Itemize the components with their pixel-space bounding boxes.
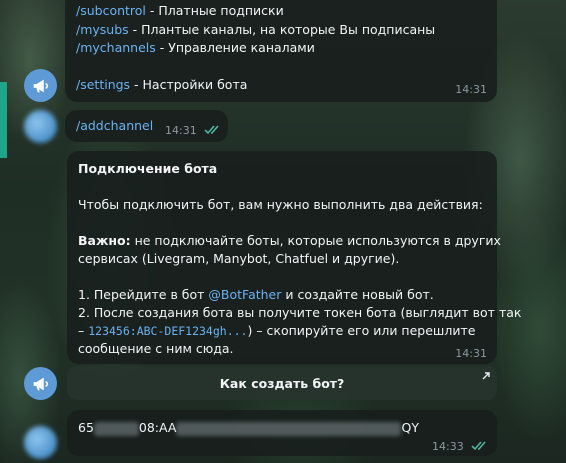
command-line-settings: /settings - Настройки бота — [76, 76, 247, 94]
important-line: Важно: не подключайте боты, которые испо… — [78, 232, 501, 250]
command-desc: - Платные подписки — [145, 3, 284, 18]
megaphone-icon — [33, 79, 48, 92]
megaphone-icon — [33, 377, 48, 390]
command-line-mychannels: /mychannels - Управление каналами — [76, 39, 315, 57]
dash: – — [78, 323, 89, 338]
redacted-segment — [176, 421, 402, 436]
double-check-icon — [204, 125, 219, 135]
step-1-text: 1. Перейдите в бот — [78, 287, 209, 302]
redacted-segment — [93, 421, 139, 436]
important-label: Важно: — [78, 233, 131, 248]
command-line-subcontrol: /subcontrol - Платные подписки — [76, 2, 284, 20]
step-1-text-end: и создайте новый бот. — [281, 287, 434, 302]
command-link-settings[interactable]: /settings — [76, 77, 130, 92]
token-prefix: 65 — [78, 420, 94, 435]
message-time: 14:31 — [455, 347, 487, 360]
message-time: 14:33 — [432, 440, 464, 453]
step-2-code-line: – 123456:ABC-DEF1234gh...) – скопируйте … — [78, 322, 475, 340]
command-link-subcontrol[interactable]: /subcontrol — [76, 3, 146, 18]
addchannel-message[interactable]: /addchannel 14:31 — [65, 110, 228, 142]
command-desc: - Плантые каналы, на которые Вы подписан… — [128, 22, 436, 37]
message-time: 14:31 — [165, 124, 197, 137]
user-avatar[interactable] — [24, 110, 57, 143]
instructions-title: Подключение бота — [78, 161, 218, 176]
important-line-2: сервисах (Livegram, Manybot, Chatfuel и … — [78, 251, 400, 266]
token-example-code[interactable]: 123456:ABC-DEF1234gh... — [88, 324, 247, 338]
step-2: 2. После создания бота вы получите токен… — [78, 305, 522, 320]
command-link-mychannels[interactable]: /mychannels — [76, 40, 156, 55]
user-avatar[interactable] — [24, 426, 57, 459]
instructions-intro: Чтобы подключить бот, вам нужно выполнит… — [78, 197, 483, 212]
button-label: Как создать бот? — [219, 375, 345, 391]
step-1: 1. Перейдите в бот @BotFather и создайте… — [78, 286, 434, 304]
step-2-end: сообщение с ним сюда. — [78, 341, 234, 356]
command-desc: - Настройки бота — [130, 77, 248, 92]
command-line-mysubs: /mysubs - Плантые каналы, на которые Вы … — [76, 21, 435, 39]
bot-avatar[interactable] — [24, 367, 57, 400]
botfather-link[interactable]: @BotFather — [208, 287, 281, 302]
command-link-mysubs[interactable]: /mysubs — [76, 22, 129, 37]
arrow-up-right-icon — [482, 372, 490, 380]
instructions-message[interactable]: Подключение бота Чтобы подключить бот, в… — [67, 151, 521, 364]
token-text: 65 08:AA QY — [78, 419, 419, 437]
important-text: не подключайте боты, которые используютс… — [130, 233, 501, 248]
addchannel-command[interactable]: /addchannel — [76, 117, 153, 135]
token-suffix: QY — [401, 420, 419, 435]
message-time: 14:31 — [455, 83, 487, 96]
step-2-text: ) – скопируйте его или перешлите — [247, 323, 476, 338]
unread-accent-bar — [0, 82, 7, 158]
token-message[interactable]: 65 08:AA QY 14:33 — [67, 410, 497, 456]
double-check-icon — [471, 441, 486, 451]
commands-message[interactable]: /subcontrol - Платные подписки /mysubs -… — [65, 0, 497, 102]
token-middle: 08:AA — [138, 420, 177, 435]
how-to-create-bot-button[interactable]: Как создать бот? — [67, 366, 497, 400]
command-desc: - Управление каналами — [155, 40, 315, 55]
bot-avatar[interactable] — [24, 69, 57, 102]
